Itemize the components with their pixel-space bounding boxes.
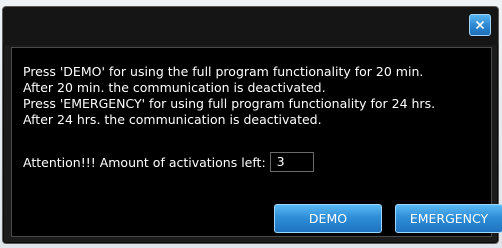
attention-label: Attention!!! Amount of activations left: bbox=[23, 154, 266, 170]
dialog-titlebar bbox=[3, 7, 498, 45]
message-text: Press 'DEMO' for using the full program … bbox=[23, 64, 435, 128]
close-button[interactable] bbox=[469, 14, 491, 36]
activations-left-field: 3 bbox=[269, 152, 314, 172]
emergency-button[interactable]: EMERGENCY bbox=[395, 204, 502, 233]
message-line: After 20 min. the communication is deact… bbox=[23, 80, 326, 95]
message-line: After 24 hrs. the communication is deact… bbox=[23, 112, 322, 127]
activation-dialog: Press 'DEMO' for using the full program … bbox=[2, 6, 502, 244]
message-line: Press 'DEMO' for using the full program … bbox=[23, 64, 424, 79]
close-icon bbox=[475, 20, 485, 30]
demo-button[interactable]: DEMO bbox=[274, 204, 382, 233]
activations-row: Attention!!! Amount of activations left:… bbox=[23, 152, 314, 172]
message-line: Press 'EMERGENCY' for using full program… bbox=[23, 96, 436, 111]
dialog-content: Press 'DEMO' for using the full program … bbox=[11, 47, 502, 237]
